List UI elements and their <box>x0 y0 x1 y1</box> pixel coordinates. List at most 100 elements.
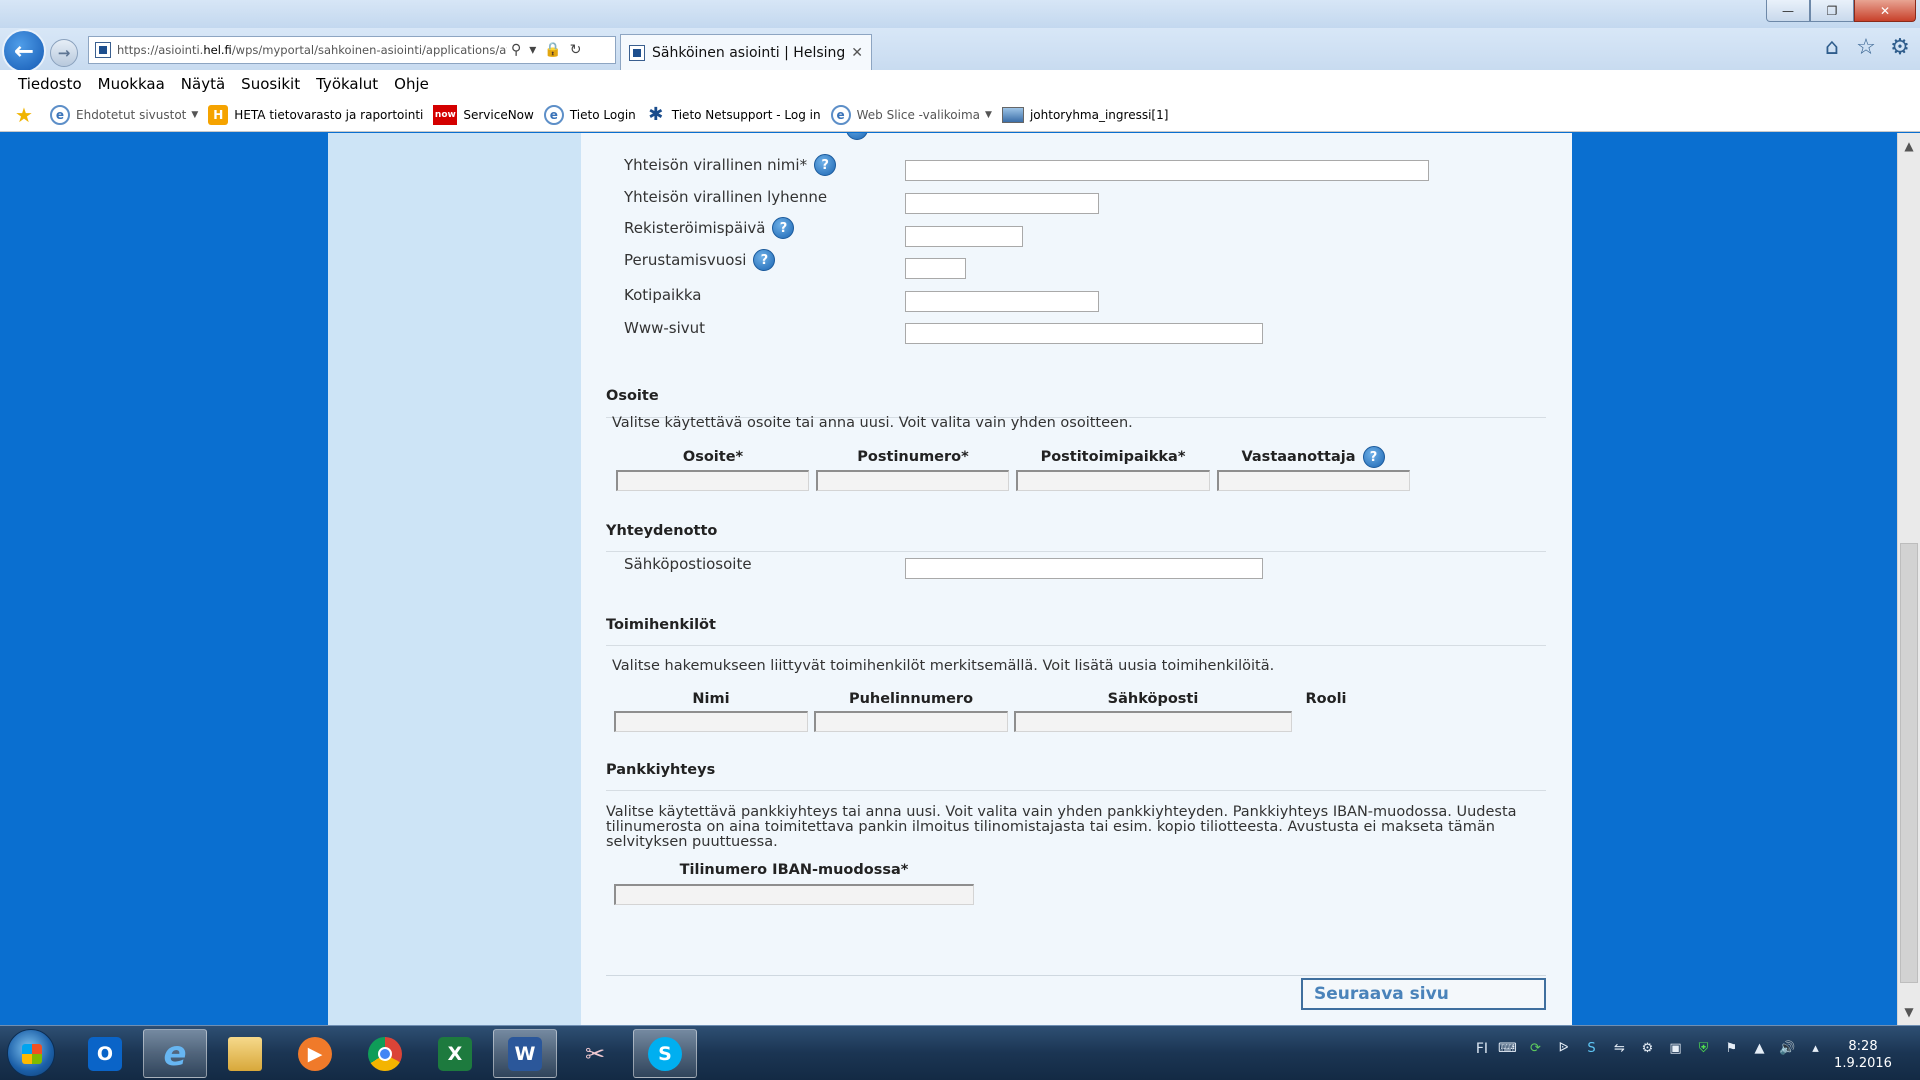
favorite-suggested-sites[interactable]: e Ehdotetut sivustot ▼ <box>50 104 198 125</box>
menu-tools[interactable]: Työkalut <box>316 75 378 93</box>
volume-icon[interactable]: 🔊 <box>1779 1040 1796 1057</box>
recipient-input[interactable] <box>1217 470 1410 491</box>
close-tab-icon[interactable]: ✕ <box>851 45 863 61</box>
display-icon[interactable]: ▣ <box>1667 1040 1684 1057</box>
media-player-icon: ▶ <box>298 1036 332 1071</box>
url-text[interactable]: https://asiointi.hel.fi/wps/myportal/sah… <box>117 43 507 57</box>
help-icon[interactable]: ? <box>1362 446 1385 468</box>
iban-column-header: Tilinumero IBAN-muodossa* <box>679 862 909 878</box>
skype-icon: S <box>648 1036 682 1071</box>
iban-input[interactable] <box>614 884 974 905</box>
menu-help[interactable]: Ohje <box>394 75 429 93</box>
favorite-tieto-netsupport[interactable]: ✱ Tieto Netsupport - Log in <box>646 104 820 125</box>
favorites-star-icon[interactable]: ☆ <box>1854 36 1878 60</box>
taskbar-media-player[interactable]: ▶ <box>283 1029 347 1078</box>
star-icon: ★ <box>15 102 33 127</box>
help-icon[interactable]: ? <box>753 249 776 271</box>
address-column-header: Osoite* <box>682 449 744 465</box>
favorite-johtoryhma[interactable]: johtoryhma_ingressi[1] <box>1001 106 1168 123</box>
address-input[interactable] <box>616 470 809 491</box>
window-controls: — ❐ ✕ <box>1766 0 1916 22</box>
domicile-input[interactable] <box>905 291 1099 312</box>
back-button[interactable]: ← <box>2 29 46 73</box>
clock-date: 1.9.2016 <box>1834 1056 1892 1071</box>
globe-icon[interactable]: ⚙ <box>1639 1040 1656 1057</box>
show-hidden-icon[interactable]: ▴ <box>1807 1040 1824 1057</box>
taskbar-chrome[interactable] <box>353 1029 417 1078</box>
start-button[interactable] <box>7 1029 55 1077</box>
lock-icon[interactable]: 🔒 <box>544 42 561 58</box>
favorite-label: Ehdotetut sivustot <box>76 107 187 122</box>
staff-email-input[interactable] <box>1014 711 1292 732</box>
taskbar-internet-explorer[interactable]: e <box>143 1029 207 1078</box>
favorite-web-slice[interactable]: e Web Slice -valikoima ▼ <box>830 104 992 125</box>
menu-file[interactable]: Tiedosto <box>18 75 82 93</box>
form-main-column: ? Yhteisön virallinen nimi*? Yhteisön vi… <box>581 133 1572 1025</box>
taskbar-skype[interactable]: S <box>633 1029 697 1078</box>
post-office-column-header: Postitoimipaikka* <box>1040 449 1186 465</box>
staff-phone-input[interactable] <box>814 711 1008 732</box>
scroll-down-icon[interactable]: ▼ <box>1898 1001 1920 1023</box>
bluetooth-icon[interactable]: ᐉ <box>1555 1040 1572 1057</box>
ie-icon: e <box>830 104 851 125</box>
flag-icon[interactable]: ⚑ <box>1723 1040 1740 1057</box>
scrollbar-thumb[interactable] <box>1900 543 1918 983</box>
heta-icon: H <box>208 104 229 125</box>
next-page-button[interactable]: Seuraava sivu <box>1301 978 1546 1010</box>
address-bar[interactable]: https://asiointi.hel.fi/wps/myportal/sah… <box>88 36 616 64</box>
active-tab[interactable]: Sähköinen asiointi | Helsing... ✕ <box>620 34 872 70</box>
scroll-up-icon[interactable]: ▲ <box>1898 135 1920 157</box>
postal-code-input[interactable] <box>816 470 1009 491</box>
security-shield-icon[interactable]: ⛨ <box>1695 1040 1712 1057</box>
taskbar-file-explorer[interactable] <box>213 1029 277 1078</box>
keyboard-icon[interactable]: ⌨ <box>1498 1040 1517 1057</box>
menu-view[interactable]: Näytä <box>181 75 225 93</box>
site-favicon-icon <box>95 42 111 58</box>
menu-favorites[interactable]: Suosikit <box>241 75 300 93</box>
field-label-email: Sähköpostiosoite <box>624 555 752 573</box>
registration-date-input[interactable] <box>905 226 1023 247</box>
dropdown-icon[interactable]: ▾ <box>529 42 536 58</box>
vertical-scrollbar[interactable]: ▲ ▼ <box>1897 133 1920 1025</box>
staff-email-column-header: Sähköposti <box>1107 691 1199 707</box>
back-arrow-icon: ← <box>13 37 35 65</box>
refresh-icon[interactable]: ↻ <box>570 42 582 58</box>
founding-year-input[interactable] <box>905 258 966 279</box>
field-label-founding-year: Perustamisvuosi? <box>624 249 776 271</box>
help-icon[interactable]: ? <box>814 154 837 176</box>
taskbar-snipping-tool[interactable]: ✂ <box>563 1029 627 1078</box>
forward-button[interactable]: → <box>50 39 78 67</box>
ie-icon: e <box>543 104 564 125</box>
signal-icon[interactable]: ▲ <box>1751 1040 1768 1057</box>
website-input[interactable] <box>905 323 1263 344</box>
taskbar-clock[interactable]: 8:28 1.9.2016 <box>1828 1038 1898 1072</box>
connection-icon[interactable]: ⇋ <box>1611 1040 1628 1057</box>
menu-edit[interactable]: Muokkaa <box>98 75 165 93</box>
sync-icon[interactable]: ⟳ <box>1527 1040 1544 1057</box>
favorite-heta[interactable]: H HETA tietovarasto ja raportointi <box>208 104 423 125</box>
minimize-button[interactable]: — <box>1766 0 1810 22</box>
official-name-input[interactable] <box>905 160 1429 181</box>
favorite-servicenow[interactable]: now ServiceNow <box>433 104 534 125</box>
official-abbreviation-input[interactable] <box>905 193 1099 214</box>
skype-tray-icon[interactable]: S <box>1583 1040 1600 1057</box>
staff-name-input[interactable] <box>614 711 808 732</box>
taskbar-excel[interactable]: X <box>423 1029 487 1078</box>
ie-icon: e <box>163 1033 187 1074</box>
taskbar-outlook[interactable]: O <box>73 1029 137 1078</box>
maximize-button[interactable]: ❐ <box>1810 0 1854 22</box>
post-office-input[interactable] <box>1016 470 1210 491</box>
close-window-button[interactable]: ✕ <box>1854 0 1916 22</box>
settings-gear-icon[interactable]: ⚙ <box>1888 36 1912 60</box>
help-icon[interactable]: ? <box>772 217 795 239</box>
home-icon[interactable]: ⌂ <box>1820 36 1844 60</box>
add-to-favorites-button[interactable]: ★ <box>14 102 40 127</box>
search-icon[interactable]: ⚲ <box>511 42 521 58</box>
language-indicator[interactable]: FI <box>1476 1041 1488 1057</box>
help-icon[interactable]: ? <box>846 133 868 140</box>
url-host: https://asiointi. <box>117 43 204 57</box>
taskbar-word[interactable]: W <box>493 1029 557 1078</box>
favorite-tieto-login[interactable]: e Tieto Login <box>543 104 636 125</box>
favorite-label: Web Slice -valikoima <box>856 107 981 122</box>
email-address-input[interactable] <box>905 558 1263 579</box>
